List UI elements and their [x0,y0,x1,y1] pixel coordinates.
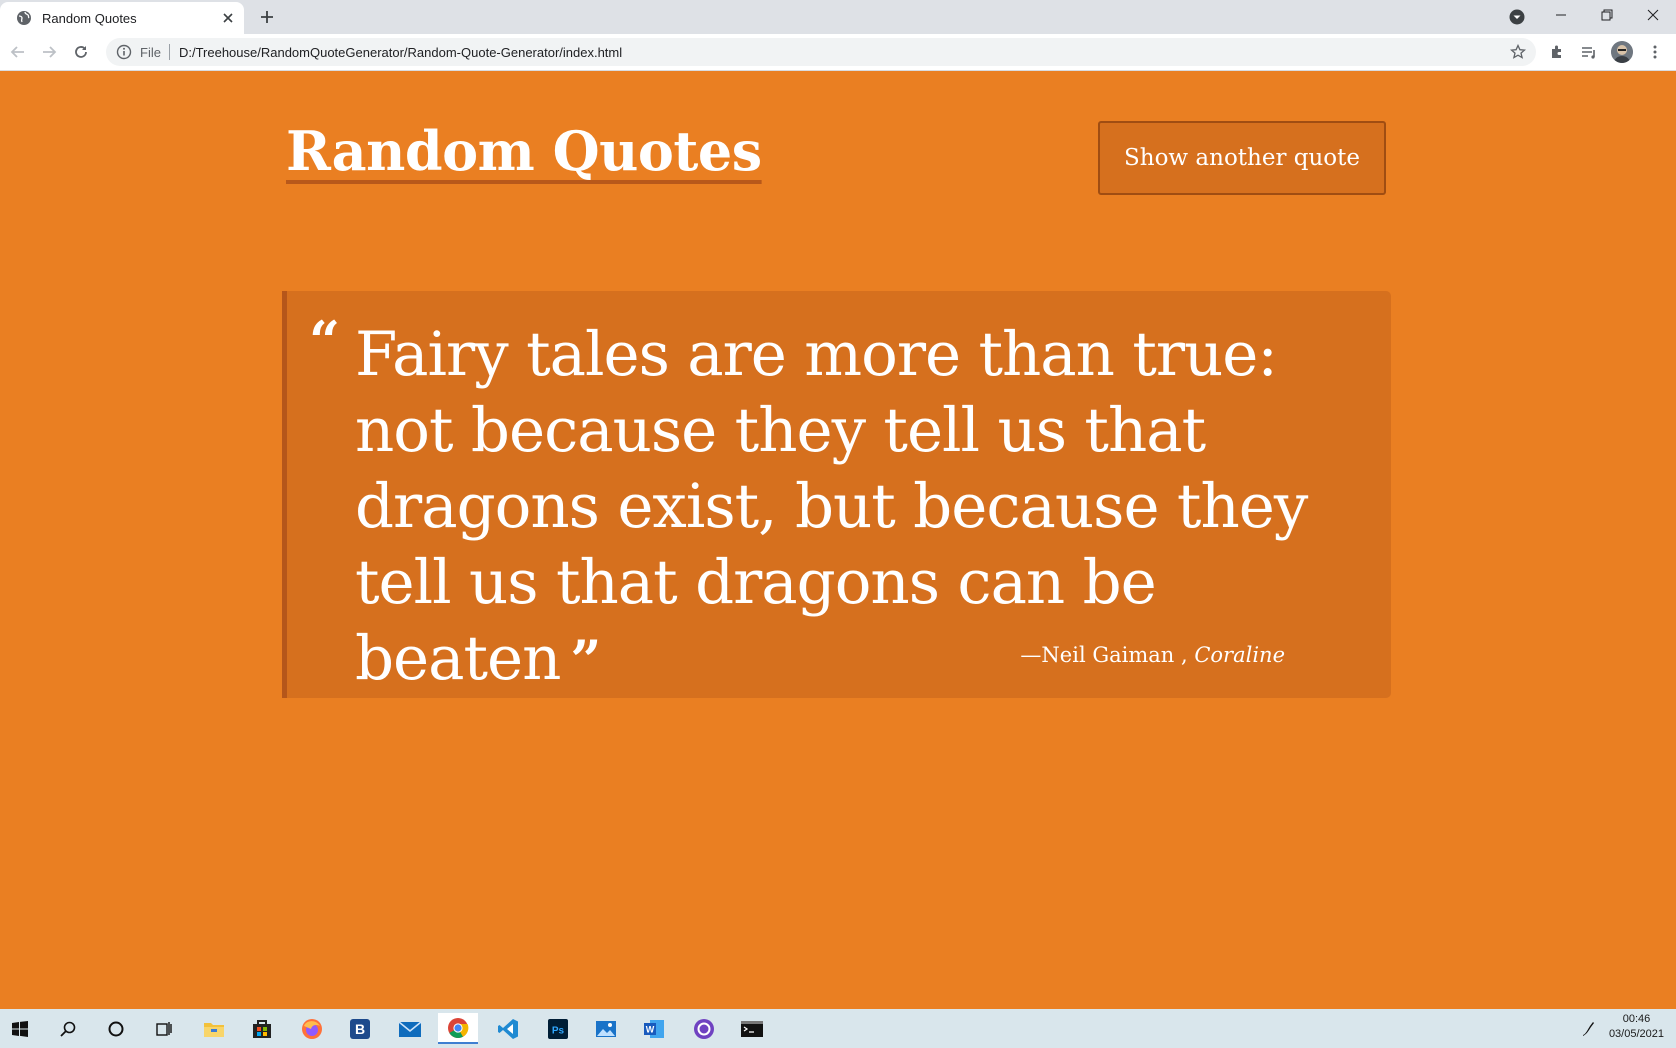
word-icon[interactable]: W [634,1013,674,1044]
clock-date: 03/05/2021 [1608,1028,1664,1040]
github-desktop-icon[interactable] [684,1013,724,1044]
profile-avatar[interactable] [1611,41,1633,63]
windows-start-icon[interactable] [0,1013,40,1044]
bookmark-star-icon[interactable] [1510,44,1526,60]
address-bar[interactable]: File D:/Treehouse/RandomQuoteGenerator/R… [106,38,1536,66]
url-separator [168,44,170,60]
extensions-icon[interactable] [1548,43,1566,61]
reading-list-icon[interactable] [1580,43,1598,61]
page-body: Random Quotes Show another quote “ Fairy… [0,71,1676,1009]
svg-text:B: B [355,1021,365,1037]
info-icon[interactable] [116,44,132,60]
menu-kebab-icon[interactable] [1646,43,1664,61]
svg-text:W: W [646,1024,655,1034]
file-explorer-icon[interactable] [194,1013,234,1044]
close-window-icon[interactable] [1630,0,1676,30]
quote-author: —Neil Gaiman [1020,643,1175,667]
globe-icon [16,10,32,26]
open-quote-mark: “ [309,309,341,373]
reload-icon[interactable] [71,42,91,62]
pen-tray-icon[interactable] [1580,1020,1598,1038]
browser-tab[interactable]: Random Quotes [0,2,244,34]
new-tab-icon[interactable] [258,8,276,26]
quote-body: Fairy tales are more than true: not beca… [355,319,1308,694]
clock-time: 00:46 [1622,1013,1651,1025]
chrome-icon[interactable] [438,1013,478,1044]
search-icon[interactable] [48,1013,88,1044]
page-title: Random Quotes [286,119,762,183]
close-tab-icon[interactable] [220,10,236,26]
url-text[interactable]: D:/Treehouse/RandomQuoteGenerator/Random… [179,45,622,60]
back-arrow-icon[interactable] [8,42,28,62]
vscode-icon[interactable] [488,1013,528,1044]
quote-text: Fairy tales are more than true: not beca… [355,317,1365,698]
browser-toolbar: File D:/Treehouse/RandomQuoteGenerator/R… [0,34,1676,71]
show-another-quote-button[interactable]: Show another quote [1098,121,1386,195]
close-quote-mark: ” [570,628,601,692]
b-app-icon[interactable]: B [340,1013,380,1044]
terminal-icon[interactable] [732,1013,772,1044]
tab-title: Random Quotes [42,10,137,26]
store-icon[interactable] [242,1013,282,1044]
system-clock[interactable]: 00:46 03/05/2021 [1609,1012,1664,1042]
svg-text:Ps: Ps [552,1025,565,1036]
tab-strip: Random Quotes [0,0,1676,34]
forward-arrow-icon[interactable] [39,42,59,62]
cortana-icon[interactable] [96,1013,136,1044]
source-separator: , [1174,643,1195,667]
tab-search-icon[interactable] [1508,8,1526,26]
minimize-icon[interactable] [1538,0,1584,30]
mail-icon[interactable] [390,1013,430,1044]
firefox-icon[interactable] [292,1013,332,1044]
quote-box: “ Fairy tales are more than true: not be… [282,291,1391,698]
task-view-icon[interactable] [144,1013,184,1044]
quote-citation: Coraline [1194,643,1285,667]
photos-icon[interactable] [586,1013,626,1044]
windows-taskbar: B Ps W 00:46 03/05/2021 [0,1009,1676,1048]
photoshop-icon[interactable]: Ps [538,1013,578,1044]
restore-icon[interactable] [1584,0,1630,30]
quote-source: —Neil Gaiman , Coraline [1020,643,1285,667]
url-scheme-chip: File [140,44,161,60]
